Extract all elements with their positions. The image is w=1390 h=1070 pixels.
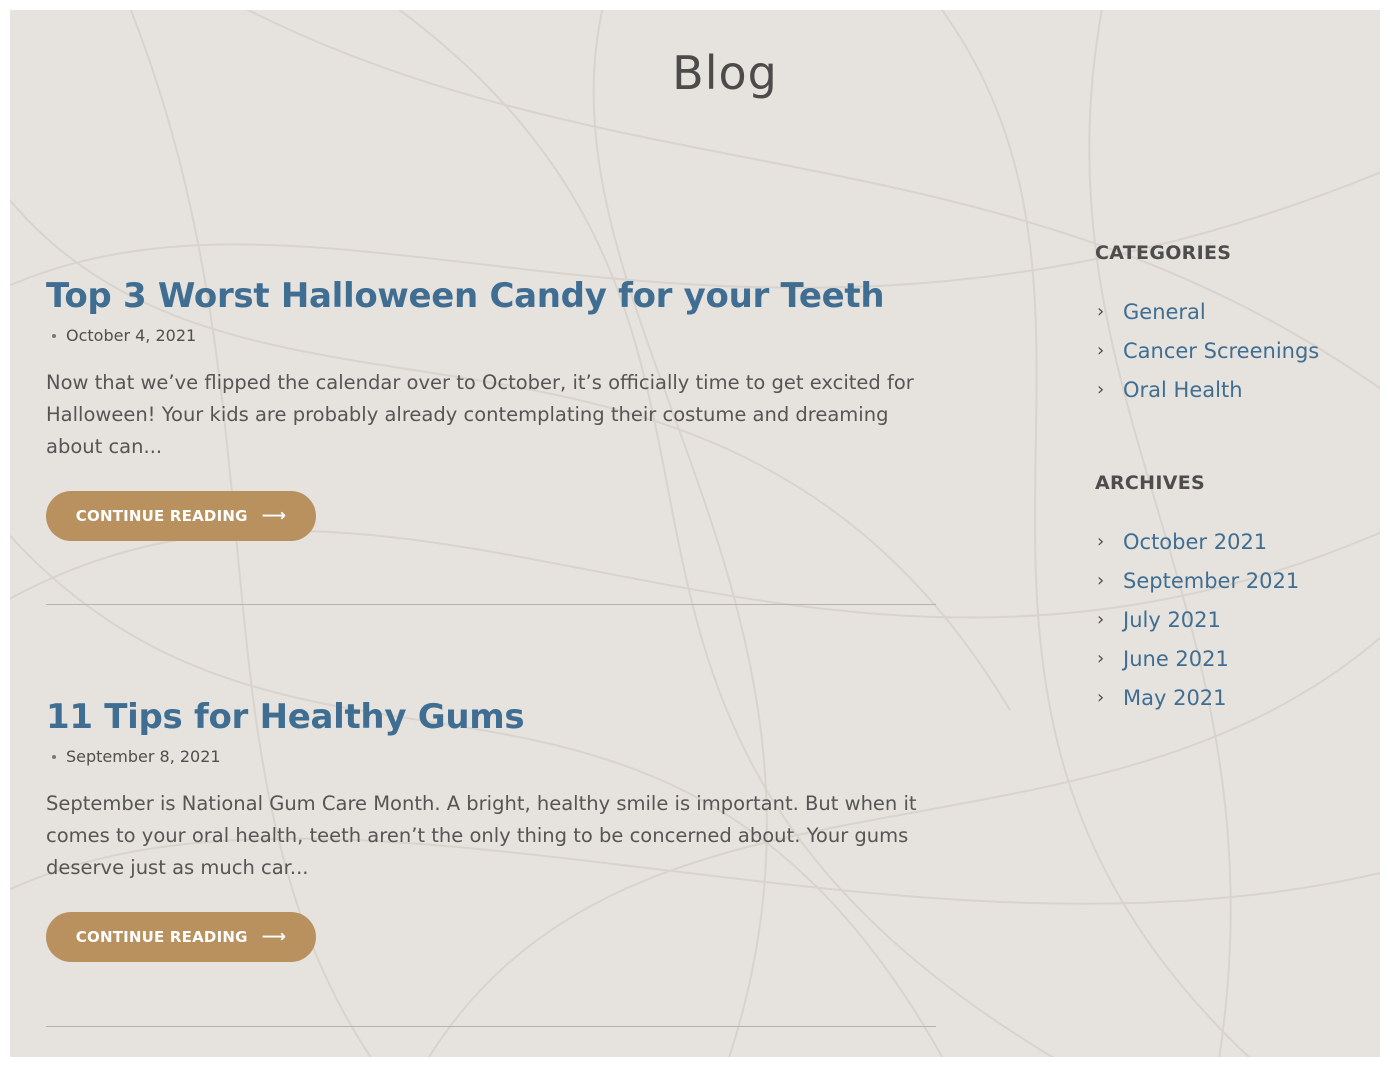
chevron-right-icon: › — [1097, 379, 1105, 400]
blog-post: 11 Tips for Healthy Gums September 8, 20… — [46, 697, 936, 962]
archive-link[interactable]: May 2021 — [1123, 686, 1227, 710]
archive-link[interactable]: October 2021 — [1123, 530, 1267, 554]
continue-reading-button[interactable]: CONTINUE READING ⟶ — [46, 912, 316, 962]
categories-widget: CATEGORIES › General › Cancer Screenings… — [1095, 242, 1375, 409]
arrow-right-icon: ⟶ — [261, 927, 287, 947]
bullet-icon — [52, 754, 56, 759]
chevron-right-icon: › — [1097, 609, 1105, 630]
post-date: September 8, 2021 — [52, 747, 936, 766]
archive-item-july-2021[interactable]: › July 2021 — [1095, 600, 1375, 639]
post-excerpt: Now that we’ve flipped the calendar over… — [46, 371, 914, 458]
archives-list: › October 2021 › September 2021 › July 2… — [1095, 522, 1375, 717]
page-title: Blog — [672, 46, 778, 100]
archives-widget: ARCHIVES › October 2021 › September 2021… — [1095, 472, 1375, 717]
category-item-oral-health[interactable]: › Oral Health — [1095, 370, 1375, 409]
post-title-link[interactable]: Top 3 Worst Halloween Candy for your Tee… — [46, 276, 936, 316]
post-divider — [46, 1026, 936, 1027]
chevron-right-icon: › — [1097, 340, 1105, 361]
categories-heading: CATEGORIES — [1095, 242, 1232, 264]
chevron-right-icon: › — [1097, 570, 1105, 591]
blog-post: Top 3 Worst Halloween Candy for your Tee… — [46, 276, 936, 541]
post-title-link[interactable]: 11 Tips for Healthy Gums — [46, 697, 936, 737]
continue-reading-button[interactable]: CONTINUE READING ⟶ — [46, 491, 316, 541]
chevron-right-icon: › — [1097, 687, 1105, 708]
post-date: October 4, 2021 — [52, 326, 936, 345]
archive-link[interactable]: June 2021 — [1123, 647, 1229, 671]
archive-item-june-2021[interactable]: › June 2021 — [1095, 639, 1375, 678]
archives-heading: ARCHIVES — [1095, 472, 1206, 494]
categories-list: › General › Cancer Screenings › Oral Hea… — [1095, 292, 1375, 409]
blog-page: Blog Top 3 Worst Halloween Candy for you… — [10, 10, 1380, 1057]
post-date-text: October 4, 2021 — [66, 326, 197, 345]
continue-reading-label: CONTINUE READING — [75, 507, 248, 525]
archive-item-october-2021[interactable]: › October 2021 — [1095, 522, 1375, 561]
category-item-cancer-screenings[interactable]: › Cancer Screenings — [1095, 331, 1375, 370]
post-date-text: September 8, 2021 — [66, 747, 221, 766]
category-link[interactable]: Cancer Screenings — [1123, 339, 1319, 363]
archive-link[interactable]: July 2021 — [1123, 608, 1221, 632]
archive-item-september-2021[interactable]: › September 2021 — [1095, 561, 1375, 600]
continue-reading-label: CONTINUE READING — [75, 928, 248, 946]
chevron-right-icon: › — [1097, 648, 1105, 669]
category-link[interactable]: General — [1123, 300, 1206, 324]
post-excerpt: September is National Gum Care Month. A … — [46, 792, 917, 879]
arrow-right-icon: ⟶ — [261, 506, 287, 526]
post-divider — [46, 604, 936, 605]
category-link[interactable]: Oral Health — [1123, 378, 1243, 402]
bullet-icon — [52, 333, 56, 338]
chevron-right-icon: › — [1097, 301, 1105, 322]
chevron-right-icon: › — [1097, 531, 1105, 552]
archive-link[interactable]: September 2021 — [1123, 569, 1299, 593]
archive-item-may-2021[interactable]: › May 2021 — [1095, 678, 1375, 717]
category-item-general[interactable]: › General — [1095, 292, 1375, 331]
